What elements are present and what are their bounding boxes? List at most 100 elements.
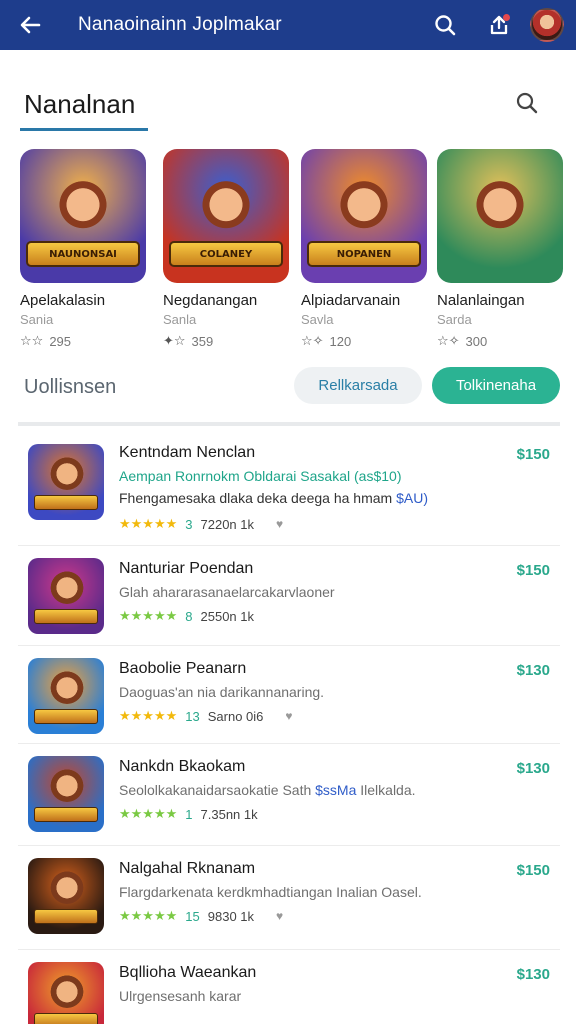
price-label: $130: [516, 760, 550, 777]
game-meta: ✦☆ 359: [163, 333, 289, 349]
star-rating-icon: ★★★★★: [119, 516, 178, 531]
download-count: 9830 1k: [207, 908, 255, 924]
rating-count: 295: [49, 333, 72, 349]
heart-icon[interactable]: ♥: [276, 909, 283, 923]
list-item[interactable]: Kentndam Nenclan $150 Aempan Ronrnokm Obld…: [18, 430, 560, 546]
rating-value: 13: [185, 708, 200, 724]
rating-stars-icon: ☆✧: [437, 333, 460, 348]
game-name: Alpiadarvanain: [301, 292, 401, 309]
price-label: $150: [516, 862, 550, 879]
app-title: Nanaoinainn Joplmakar: [78, 14, 282, 35]
filter-label: Uollisnsen: [24, 376, 117, 398]
back-button[interactable]: [14, 10, 46, 40]
download-count: Sarno 0i6: [207, 708, 264, 724]
game-title: Nalgahal Rknanam: [119, 860, 256, 877]
game-thumbnail: NOPANEN: [301, 149, 427, 283]
game-name: Negdanangan: [163, 292, 258, 309]
download-count: 7.35nn 1k: [200, 806, 258, 822]
game-meta: ☆✧ 120: [301, 333, 427, 349]
game-title: Nankdn Bkaokam: [119, 758, 246, 775]
rating-stars-icon: ☆☆: [20, 333, 44, 348]
heart-icon[interactable]: ♥: [285, 709, 292, 723]
rating-value: 1: [185, 806, 193, 822]
game-subtitle: Sania: [20, 312, 54, 327]
price-label: $130: [516, 662, 550, 679]
game-description: Flargdarkenata kerdkmhadtiangan Inalian …: [119, 884, 422, 900]
game-icon: [28, 858, 104, 934]
download-count: 2550n 1k: [200, 608, 255, 624]
rating-row: ★★★★★ 13 Sarno 0i6 ♥: [119, 708, 293, 724]
list-item[interactable]: Baobolie Peanarn $130 Daoguas'an nia darik…: [18, 646, 560, 744]
description-text: Seololkakanaidarsaokatie Sath: [119, 782, 312, 798]
section-search-button[interactable]: [512, 88, 542, 118]
notification-dot: [503, 14, 510, 21]
search-icon: [516, 92, 538, 114]
divider: [18, 422, 560, 426]
game-subtitle: Sarda: [437, 312, 472, 327]
character-art: [339, 175, 389, 229]
description-highlight: $AU): [396, 490, 428, 506]
game-title: Bqllioha Waeankan: [119, 964, 257, 981]
star-rating-icon: ★★★★★: [119, 708, 178, 723]
game-icon: [28, 658, 104, 734]
featured-card[interactable]: Nalanlaingan Sarda ☆✧ 300: [437, 149, 563, 349]
description-text: Ilelkalda.: [360, 782, 416, 798]
game-thumbnail: [437, 149, 563, 283]
filter-chip-secondary[interactable]: Rellkarsada: [294, 367, 422, 404]
list-item[interactable]: Bqllioha Waeankan $130 Ulrgensesanh karar: [18, 950, 560, 1024]
game-description: Ulrgensesanh karar: [119, 988, 242, 1004]
rating-stars-icon: ✦☆: [163, 333, 186, 348]
arrow-left-icon: [20, 16, 41, 34]
game-description-extra: Fhengamesaka dlaka deka deega ha hmam $A…: [119, 490, 428, 506]
game-thumbnail: NAUNONSAI: [20, 149, 146, 283]
character-art: [58, 175, 108, 229]
game-logo: NAUNONSAI: [26, 241, 140, 267]
rating-value: 15: [185, 908, 200, 924]
rating-row: ★★★★★ 15 9830 1k ♥: [119, 908, 283, 924]
game-icon: [28, 962, 104, 1024]
list-item[interactable]: Nanturiar Poendan $150 Glah ahararasanaela…: [18, 546, 560, 646]
game-logo: COLANEY: [169, 241, 283, 267]
rating-value: 3: [185, 516, 193, 532]
character-art: [50, 454, 84, 490]
character-art: [50, 568, 84, 604]
game-icon: [28, 558, 104, 634]
rating-value: 8: [185, 608, 193, 624]
character-art: [475, 175, 525, 229]
game-title: Nanturiar Poendan: [119, 560, 254, 577]
character-art: [201, 175, 251, 229]
avatar[interactable]: [530, 8, 564, 42]
character-art: [50, 868, 84, 904]
game-logo: NOPANEN: [307, 241, 421, 267]
price-label: $150: [516, 562, 550, 579]
character-art: [50, 972, 84, 1008]
list-item[interactable]: Nalgahal Rknanam $150 Flargdarkenata kerdk…: [18, 846, 560, 950]
game-thumbnail: COLANEY: [163, 149, 289, 283]
game-logo: [34, 909, 98, 924]
featured-card[interactable]: COLANEY Negdanangan Sanla ✦☆ 359: [163, 149, 289, 349]
game-meta: ☆☆ 295: [20, 333, 146, 349]
list-item[interactable]: Nankdn Bkaokam $130 Seololkakanaidarsaokat…: [18, 744, 560, 846]
featured-card[interactable]: NAUNONSAI Apelakalasin Sania ☆☆ 295: [20, 149, 146, 349]
star-rating-icon: ★★★★★: [119, 806, 178, 821]
rating-count: 359: [191, 333, 214, 349]
download-count: 7220n 1k: [200, 516, 255, 532]
heart-icon[interactable]: ♥: [276, 517, 283, 531]
rating-row: ★★★★★ 1 7.35nn 1k: [119, 806, 258, 822]
game-name: Apelakalasin: [20, 292, 106, 309]
filter-chip-primary[interactable]: Tolkinenaha: [432, 367, 560, 404]
price-label: $150: [516, 446, 550, 463]
game-description: Aempan Ronrnokm Obldarai Sasakal (as$10): [119, 468, 402, 484]
game-meta: ☆✧ 300: [437, 333, 563, 349]
game-name: Nalanlaingan: [437, 292, 525, 309]
character-art: [50, 668, 84, 704]
search-button[interactable]: [430, 10, 460, 40]
share-button[interactable]: [484, 10, 514, 40]
game-title: Baobolie Peanarn: [119, 660, 247, 677]
game-logo: [34, 1013, 98, 1024]
featured-card[interactable]: NOPANEN Alpiadarvanain Savla ☆✧ 120: [301, 149, 427, 349]
star-rating-icon: ★★★★★: [119, 608, 178, 623]
game-icon: [28, 756, 104, 832]
app-bar: Nanaoinainn Joplmakar: [0, 0, 576, 50]
game-logo: [34, 609, 98, 624]
